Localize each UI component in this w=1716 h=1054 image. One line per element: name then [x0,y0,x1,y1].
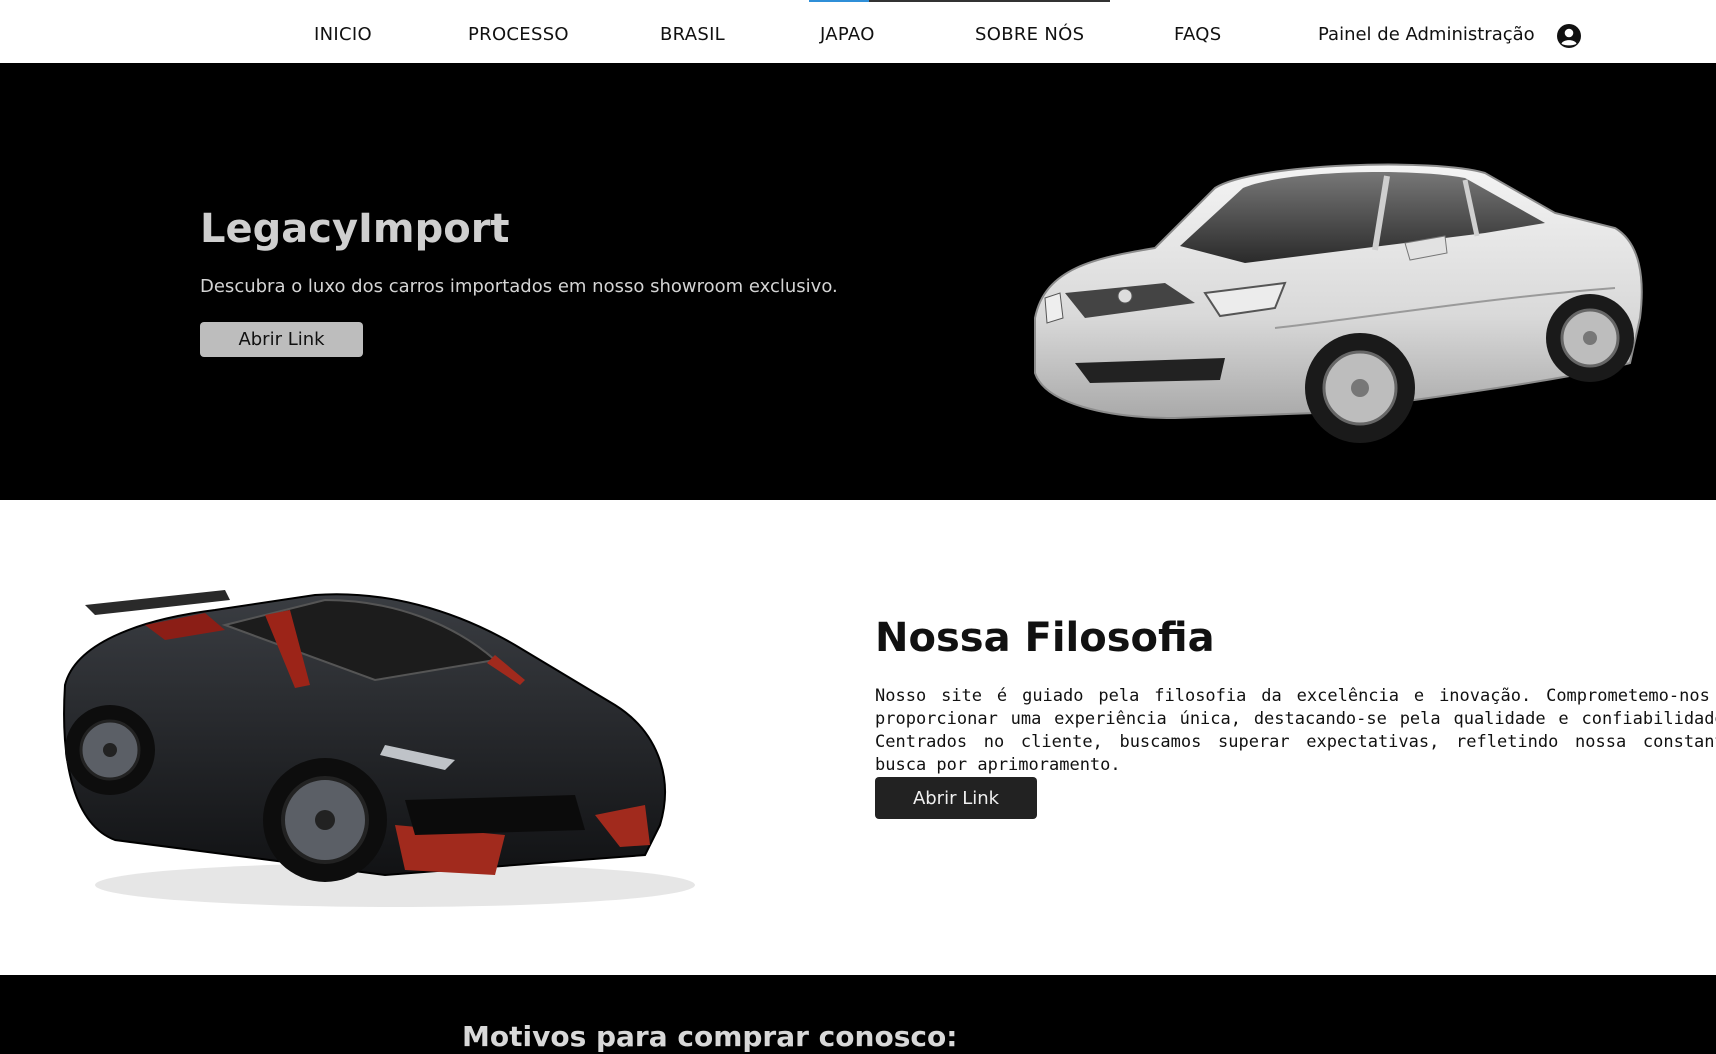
hero-title: LegacyImport [200,206,510,252]
white-sedan-image [1034,163,1643,443]
nav-item-brasil[interactable]: BRASIL [660,24,725,45]
nav-item-sobre-nos[interactable]: SOBRE NÓS [975,24,1084,45]
nav-item-faqs[interactable]: FAQS [1174,24,1222,45]
philosophy-content: Nossa Filosofia Nosso site é guiado pela… [0,500,1716,975]
hero-subtitle: Descubra o luxo dos carros importados em… [200,276,838,297]
hero-section: LegacyImport Descubra o luxo dos carros … [0,63,1716,500]
nav-item-admin-panel[interactable]: Painel de Administração [1318,24,1535,45]
indicator-track [869,0,1110,2]
user-circle-icon[interactable] [1556,23,1582,49]
philosophy-title: Nossa Filosofia [875,615,1215,661]
philosophy-text: Nosso site é guiado pela filosofia da ex… [875,686,1716,775]
black-sports-car-image [63,590,695,907]
nav-item-japao[interactable]: JAPAO [820,24,875,45]
philosophy-section: Nossa Filosofia Nosso site é guiado pela… [0,500,1716,975]
hero-open-link-button[interactable]: Abrir Link [200,322,363,357]
nav-item-processo[interactable]: PROCESSO [468,24,569,45]
philosophy-open-link-button[interactable]: Abrir Link [875,777,1037,819]
top-navigation: INICIO PROCESSO BRASIL JAPAO SOBRE NÓS F… [0,0,1716,64]
reasons-title: Motivos para comprar conosco: [462,1020,958,1053]
reasons-section: Motivos para comprar conosco: [0,975,1716,1054]
nav-item-inicio[interactable]: INICIO [314,24,372,45]
active-indicator [809,0,869,2]
